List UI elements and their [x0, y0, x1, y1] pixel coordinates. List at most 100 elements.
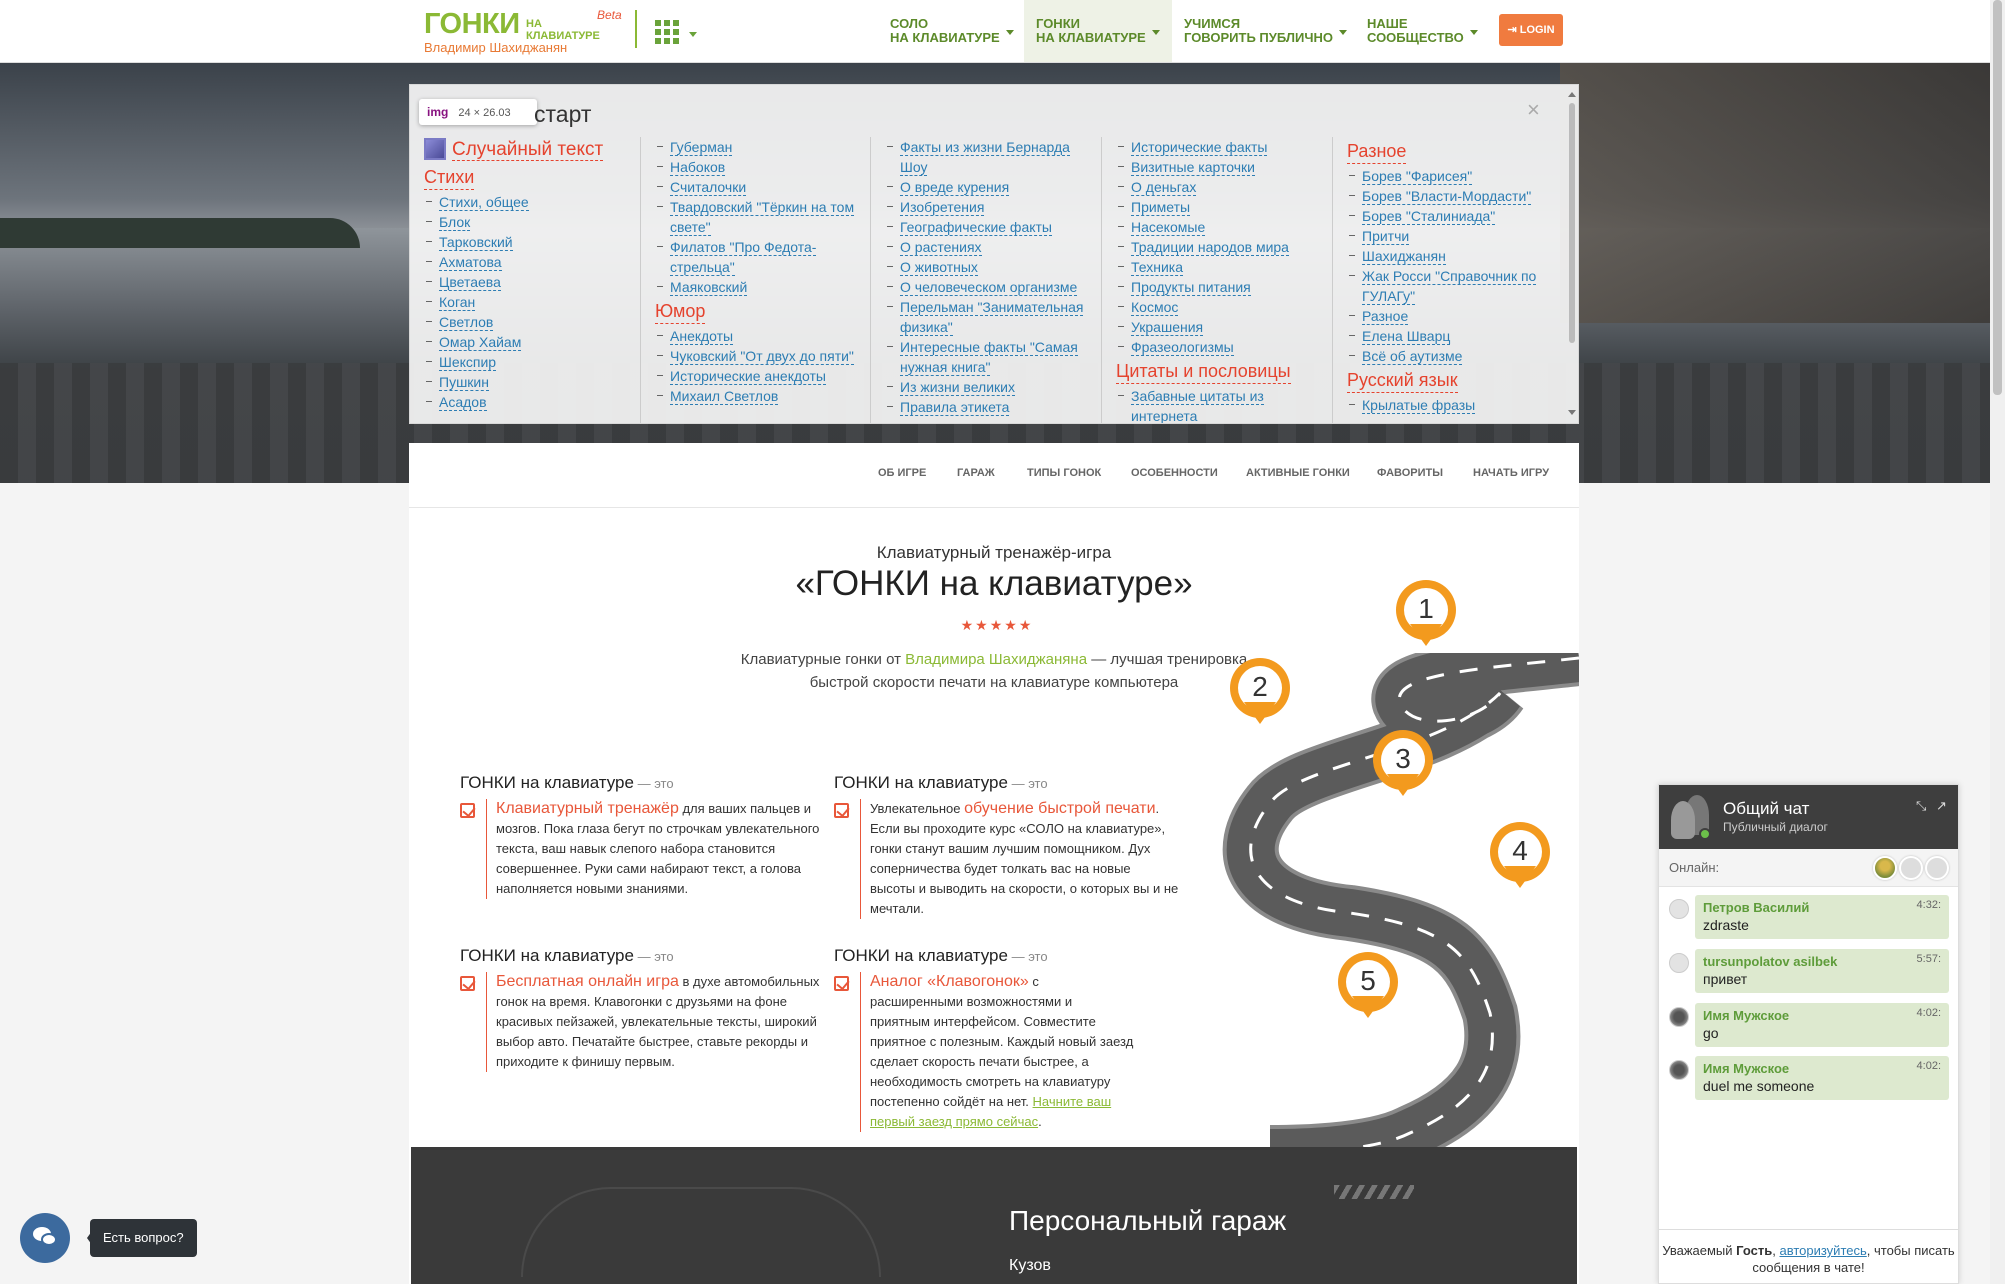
category-item[interactable]: Перельман "Занимательная физика"	[885, 297, 1095, 337]
online-user-avatar[interactable]	[1925, 856, 1949, 880]
collapse-icon[interactable]: ⤡	[1916, 799, 1930, 813]
category-link[interactable]: Притчи	[1362, 228, 1410, 245]
category-item[interactable]: Асадов	[424, 392, 644, 412]
chat-login-link[interactable]: авторизуйтесь	[1779, 1243, 1866, 1258]
category-link[interactable]: Факты из жизни Бернарда Шоу	[900, 139, 1070, 176]
category-link[interactable]: Борев "Фарисея"	[1362, 168, 1473, 185]
category-item[interactable]: Омар Хайам	[424, 332, 644, 352]
category-item[interactable]: Елена Шварц	[1347, 326, 1562, 346]
category-link[interactable]: Приметы	[1131, 199, 1191, 216]
site-logo[interactable]: ГОНКИ НА КЛАВИАТУРЕ Beta Владимир Шахиджа…	[424, 8, 634, 55]
category-item[interactable]: Набоков	[655, 157, 865, 177]
category-item[interactable]: О растениях	[885, 237, 1095, 257]
chat-header[interactable]: Общий чат Публичный диалог ⤡ ↗	[1659, 785, 1958, 849]
category-link[interactable]: Исторические анекдоты	[670, 368, 826, 385]
category-item[interactable]: Техника	[1116, 257, 1326, 277]
help-button[interactable]	[20, 1213, 70, 1263]
avatar[interactable]	[1669, 899, 1689, 919]
category-link[interactable]: Борев "Власти-Мордасти"	[1362, 188, 1532, 205]
category-item[interactable]: Разное	[1347, 306, 1562, 326]
category-link[interactable]: Перельман "Занимательная физика"	[900, 299, 1084, 336]
category-link[interactable]: Анекдоты	[670, 328, 734, 345]
category-item[interactable]: Борев "Сталиниада"	[1347, 206, 1562, 226]
category-item[interactable]: Географические факты	[885, 217, 1095, 237]
help-tooltip[interactable]: Есть вопрос?	[87, 1219, 197, 1257]
category-item[interactable]: Тарковский	[424, 232, 644, 252]
avatar[interactable]	[1669, 1007, 1689, 1027]
nav-community[interactable]: НАШЕ СООБЩЕСТВО	[1355, 0, 1490, 62]
category-item[interactable]: Анекдоты	[655, 326, 865, 346]
category-link[interactable]: Фразеологизмы	[1131, 339, 1234, 356]
category-link[interactable]: Шекспир	[439, 354, 497, 371]
category-link[interactable]: Губерман	[670, 139, 733, 156]
category-item[interactable]: Губерман	[655, 137, 865, 157]
page-scrollbar[interactable]	[1990, 0, 2005, 1284]
category-item[interactable]: Фразеологизмы	[1116, 337, 1326, 357]
popout-icon[interactable]: ↗	[1936, 799, 1950, 813]
category-item[interactable]: О деньгах	[1116, 177, 1326, 197]
online-user-avatar[interactable]	[1899, 856, 1923, 880]
category-link[interactable]: Филатов "Про Федота-стрельца"	[670, 239, 817, 276]
nav-gonki[interactable]: ГОНКИ НА КЛАВИАТУРЕ	[1024, 0, 1172, 62]
section-link-garage[interactable]: ГАРАЖ	[957, 467, 995, 479]
category-link[interactable]: Традиции народов мира	[1131, 239, 1289, 256]
category-link[interactable]: Правила этикета	[900, 399, 1010, 416]
category-item[interactable]: Визитные карточки	[1116, 157, 1326, 177]
category-item[interactable]: О человеческом организме	[885, 277, 1095, 297]
category-item[interactable]: Факты из жизни Бернарда Шоу	[885, 137, 1095, 177]
category-link[interactable]: Светлов	[439, 314, 494, 331]
category-link[interactable]: Техника	[1131, 259, 1184, 276]
category-link[interactable]: Шахиджанян	[1362, 248, 1446, 265]
section-link-active-races[interactable]: АКТИВНЫЕ ГОНКИ	[1246, 467, 1350, 479]
category-item[interactable]: Блок	[424, 212, 644, 232]
category-item[interactable]: Борев "Власти-Мордасти"	[1347, 186, 1562, 206]
category-item[interactable]: Ахматова	[424, 252, 644, 272]
category-link[interactable]: Насекомые	[1131, 219, 1206, 236]
category-link[interactable]: Михаил Светлов	[670, 388, 779, 405]
category-link[interactable]: О деньгах	[1131, 179, 1197, 196]
section-link-race-types[interactable]: ТИПЫ ГОНОК	[1027, 467, 1101, 479]
avatar[interactable]	[1669, 953, 1689, 973]
section-link-favorites[interactable]: ФАВОРИТЫ	[1377, 467, 1443, 479]
section-link-features[interactable]: ОСОБЕННОСТИ	[1131, 467, 1218, 479]
category-link[interactable]: Считалочки	[670, 179, 747, 196]
category-item[interactable]: Цветаева	[424, 272, 644, 292]
category-link[interactable]: Из жизни великих	[900, 379, 1015, 396]
category-link[interactable]: Стихи, общее	[439, 194, 529, 211]
category-item[interactable]: Из жизни великих	[885, 377, 1095, 397]
category-item[interactable]: Насекомые	[1116, 217, 1326, 237]
online-user-avatar[interactable]	[1873, 856, 1897, 880]
avatar[interactable]	[1669, 1060, 1689, 1080]
category-item[interactable]: Интересные факты "Самая нужная книга"	[885, 337, 1095, 377]
category-item[interactable]: Украшения	[1116, 317, 1326, 337]
category-heading-humor[interactable]: Юмор	[655, 299, 706, 324]
category-link[interactable]: Пушкин	[439, 374, 489, 391]
category-link[interactable]: Интересные факты "Самая нужная книга"	[900, 339, 1078, 376]
category-link[interactable]: Географические факты	[900, 219, 1052, 236]
category-item[interactable]: Притчи	[1347, 226, 1562, 246]
category-item[interactable]: Считалочки	[655, 177, 865, 197]
category-item[interactable]: О животных	[885, 257, 1095, 277]
category-link[interactable]: Чуковский "От двух до пяти"	[670, 348, 854, 365]
section-link-start-game[interactable]: НАЧАТЬ ИГРУ	[1473, 467, 1549, 479]
category-item[interactable]: Стихи, общее	[424, 192, 644, 212]
section-link-about[interactable]: ОБ ИГРЕ	[878, 467, 926, 479]
category-item[interactable]: Шахиджанян	[1347, 246, 1562, 266]
category-link[interactable]: Цветаева	[439, 274, 501, 291]
category-link[interactable]: Всё об аутизме	[1362, 348, 1463, 365]
category-item[interactable]: Жак Росси "Справочник по ГУЛАГу"	[1347, 266, 1562, 306]
category-item[interactable]: Приметы	[1116, 197, 1326, 217]
category-item[interactable]: Правила этикета	[885, 397, 1095, 417]
category-heading-russian[interactable]: Русский язык	[1347, 368, 1458, 393]
category-item[interactable]: Изобретения	[885, 197, 1095, 217]
nav-public-speaking[interactable]: УЧИМСЯ ГОВОРИТЬ ПУБЛИЧНО	[1172, 0, 1359, 62]
category-link[interactable]: Космос	[1131, 299, 1179, 316]
category-link[interactable]: Визитные карточки	[1131, 159, 1255, 176]
category-item[interactable]: Коган	[424, 292, 644, 312]
category-item[interactable]: Маяковский	[655, 277, 865, 297]
category-link[interactable]: О животных	[900, 259, 978, 276]
category-link[interactable]: Елена Шварц	[1362, 328, 1451, 345]
category-link[interactable]: Продукты питания	[1131, 279, 1251, 296]
category-item[interactable]: Твардовский "Тёркин на том свете"	[655, 197, 865, 237]
category-link[interactable]: Крылатые фразы	[1362, 397, 1476, 414]
